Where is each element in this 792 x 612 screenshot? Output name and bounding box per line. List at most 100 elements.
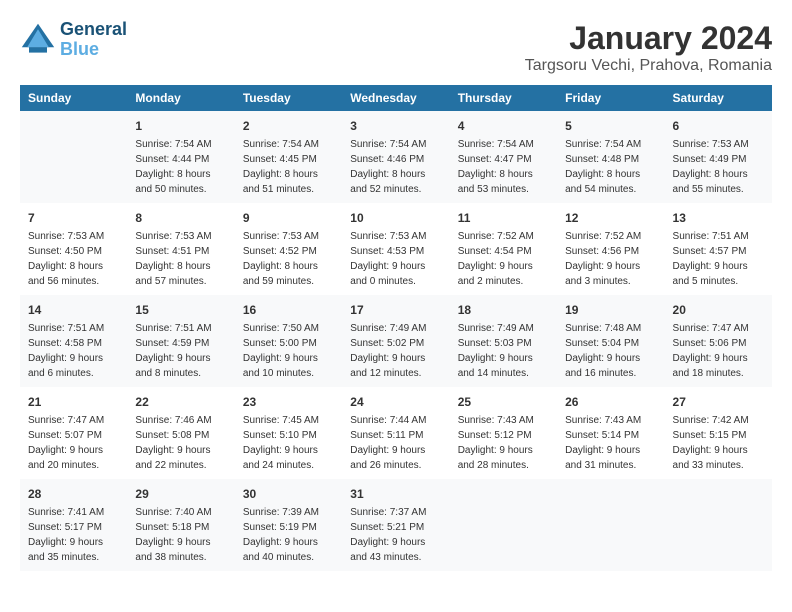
day-number: 26 [565, 393, 656, 411]
day-info: Sunrise: 7:47 AMSunset: 5:06 PMDaylight:… [673, 321, 764, 381]
day-number: 27 [673, 393, 764, 411]
calendar-cell: 20 Sunrise: 7:47 AMSunset: 5:06 PMDayligh… [665, 295, 772, 387]
day-info: Sunrise: 7:51 AMSunset: 4:57 PMDaylight:… [673, 229, 764, 289]
day-info: Sunrise: 7:54 AMSunset: 4:44 PMDaylight:… [135, 137, 226, 197]
calendar-week-row: 14 Sunrise: 7:51 AMSunset: 4:58 PMDayligh… [20, 295, 772, 387]
day-number: 22 [135, 393, 226, 411]
day-info: Sunrise: 7:53 AMSunset: 4:52 PMDaylight:… [243, 229, 334, 289]
calendar-cell: 17 Sunrise: 7:49 AMSunset: 5:02 PMDayligh… [342, 295, 449, 387]
calendar-header-row: SundayMondayTuesdayWednesdayThursdayFrid… [20, 85, 772, 111]
page-subtitle: Targsoru Vechi, Prahova, Romania [525, 57, 772, 75]
day-number: 31 [350, 485, 441, 503]
calendar-cell: 28Sunrise: 7:41 AMSunset: 5:17 PMDayligh… [20, 479, 127, 571]
day-number: 13 [673, 209, 764, 227]
day-number: 11 [458, 209, 549, 227]
day-info: Sunrise: 7:47 AMSunset: 5:07 PMDaylight:… [28, 413, 119, 473]
calendar-week-row: 1 Sunrise: 7:54 AMSunset: 4:44 PMDaylight… [20, 111, 772, 203]
calendar-cell: 30 Sunrise: 7:39 AMSunset: 5:19 PMDayligh… [235, 479, 342, 571]
day-info: Sunrise: 7:48 AMSunset: 5:04 PMDaylight:… [565, 321, 656, 381]
day-number: 29 [135, 485, 226, 503]
day-info: Sunrise: 7:49 AMSunset: 5:03 PMDaylight:… [458, 321, 549, 381]
day-info: Sunrise: 7:49 AMSunset: 5:02 PMDaylight:… [350, 321, 441, 381]
logo-icon [20, 22, 56, 58]
day-number: 12 [565, 209, 656, 227]
calendar-cell: 15 Sunrise: 7:51 AMSunset: 4:59 PMDayligh… [127, 295, 234, 387]
calendar-week-row: 21 Sunrise: 7:47 AMSunset: 5:07 PMDayligh… [20, 387, 772, 479]
day-number: 4 [458, 117, 549, 135]
day-number: 8 [135, 209, 226, 227]
calendar-cell: 26 Sunrise: 7:43 AMSunset: 5:14 PMDayligh… [557, 387, 664, 479]
day-info: Sunrise: 7:51 AMSunset: 4:58 PMDaylight:… [28, 321, 119, 381]
column-header-sunday: Sunday [20, 85, 127, 111]
calendar-cell [450, 479, 557, 571]
column-header-monday: Monday [127, 85, 234, 111]
calendar-cell: 6Sunrise: 7:53 AMSunset: 4:49 PMDaylight… [665, 111, 772, 203]
calendar-cell: 25 Sunrise: 7:43 AMSunset: 5:12 PMDayligh… [450, 387, 557, 479]
day-info: Sunrise: 7:53 AMSunset: 4:50 PMDaylight:… [28, 229, 119, 289]
title-block: January 2024 Targsoru Vechi, Prahova, Ro… [525, 20, 772, 75]
calendar-cell: 29 Sunrise: 7:40 AMSunset: 5:18 PMDayligh… [127, 479, 234, 571]
day-number: 2 [243, 117, 334, 135]
day-number: 20 [673, 301, 764, 319]
day-number: 1 [135, 117, 226, 135]
day-number: 25 [458, 393, 549, 411]
day-info: Sunrise: 7:45 AMSunset: 5:10 PMDaylight:… [243, 413, 334, 473]
calendar-cell: 16Sunrise: 7:50 AMSunset: 5:00 PMDayligh… [235, 295, 342, 387]
day-number: 17 [350, 301, 441, 319]
calendar-week-row: 7Sunrise: 7:53 AMSunset: 4:50 PMDaylight… [20, 203, 772, 295]
day-info: Sunrise: 7:53 AMSunset: 4:53 PMDaylight:… [350, 229, 441, 289]
calendar-cell: 3 Sunrise: 7:54 AMSunset: 4:46 PMDaylight… [342, 111, 449, 203]
day-info: Sunrise: 7:46 AMSunset: 5:08 PMDaylight:… [135, 413, 226, 473]
day-info: Sunrise: 7:43 AMSunset: 5:14 PMDaylight:… [565, 413, 656, 473]
day-info: Sunrise: 7:43 AMSunset: 5:12 PMDaylight:… [458, 413, 549, 473]
day-number: 14 [28, 301, 119, 319]
day-info: Sunrise: 7:37 AMSunset: 5:21 PMDaylight:… [350, 505, 441, 565]
calendar-table: SundayMondayTuesdayWednesdayThursdayFrid… [20, 85, 772, 571]
page-title: January 2024 [525, 20, 772, 57]
page-header: General Blue January 2024 Targsoru Vechi… [20, 20, 772, 75]
day-number: 5 [565, 117, 656, 135]
day-info: Sunrise: 7:40 AMSunset: 5:18 PMDaylight:… [135, 505, 226, 565]
day-info: Sunrise: 7:52 AMSunset: 4:54 PMDaylight:… [458, 229, 549, 289]
day-number: 15 [135, 301, 226, 319]
column-header-tuesday: Tuesday [235, 85, 342, 111]
day-info: Sunrise: 7:54 AMSunset: 4:47 PMDaylight:… [458, 137, 549, 197]
day-number: 9 [243, 209, 334, 227]
day-info: Sunrise: 7:42 AMSunset: 5:15 PMDaylight:… [673, 413, 764, 473]
calendar-cell: 1 Sunrise: 7:54 AMSunset: 4:44 PMDaylight… [127, 111, 234, 203]
day-number: 10 [350, 209, 441, 227]
calendar-cell: 9 Sunrise: 7:53 AMSunset: 4:52 PMDaylight… [235, 203, 342, 295]
calendar-cell: 5 Sunrise: 7:54 AMSunset: 4:48 PMDaylight… [557, 111, 664, 203]
logo: General Blue [20, 20, 127, 60]
calendar-cell: 8Sunrise: 7:53 AMSunset: 4:51 PMDaylight… [127, 203, 234, 295]
calendar-cell: 4 Sunrise: 7:54 AMSunset: 4:47 PMDaylight… [450, 111, 557, 203]
calendar-cell: 12 Sunrise: 7:52 AMSunset: 4:56 PMDayligh… [557, 203, 664, 295]
calendar-cell: 24Sunrise: 7:44 AMSunset: 5:11 PMDayligh… [342, 387, 449, 479]
day-info: Sunrise: 7:50 AMSunset: 5:00 PMDaylight:… [243, 321, 334, 381]
day-info: Sunrise: 7:54 AMSunset: 4:48 PMDaylight:… [565, 137, 656, 197]
calendar-cell: 13 Sunrise: 7:51 AMSunset: 4:57 PMDayligh… [665, 203, 772, 295]
day-number: 3 [350, 117, 441, 135]
calendar-cell: 2 Sunrise: 7:54 AMSunset: 4:45 PMDaylight… [235, 111, 342, 203]
day-number: 24 [350, 393, 441, 411]
day-number: 6 [673, 117, 764, 135]
calendar-cell: 22 Sunrise: 7:46 AMSunset: 5:08 PMDayligh… [127, 387, 234, 479]
calendar-cell: 23Sunrise: 7:45 AMSunset: 5:10 PMDayligh… [235, 387, 342, 479]
logo-text: General Blue [60, 20, 127, 60]
column-header-friday: Friday [557, 85, 664, 111]
day-info: Sunrise: 7:39 AMSunset: 5:19 PMDaylight:… [243, 505, 334, 565]
day-info: Sunrise: 7:52 AMSunset: 4:56 PMDaylight:… [565, 229, 656, 289]
calendar-cell: 31 Sunrise: 7:37 AMSunset: 5:21 PMDayligh… [342, 479, 449, 571]
calendar-cell: 7Sunrise: 7:53 AMSunset: 4:50 PMDaylight… [20, 203, 127, 295]
calendar-cell: 11 Sunrise: 7:52 AMSunset: 4:54 PMDayligh… [450, 203, 557, 295]
day-number: 21 [28, 393, 119, 411]
calendar-cell: 19Sunrise: 7:48 AMSunset: 5:04 PMDayligh… [557, 295, 664, 387]
day-info: Sunrise: 7:54 AMSunset: 4:46 PMDaylight:… [350, 137, 441, 197]
calendar-cell [665, 479, 772, 571]
day-number: 30 [243, 485, 334, 503]
day-info: Sunrise: 7:54 AMSunset: 4:45 PMDaylight:… [243, 137, 334, 197]
calendar-cell [20, 111, 127, 203]
calendar-cell [557, 479, 664, 571]
day-info: Sunrise: 7:51 AMSunset: 4:59 PMDaylight:… [135, 321, 226, 381]
column-header-wednesday: Wednesday [342, 85, 449, 111]
